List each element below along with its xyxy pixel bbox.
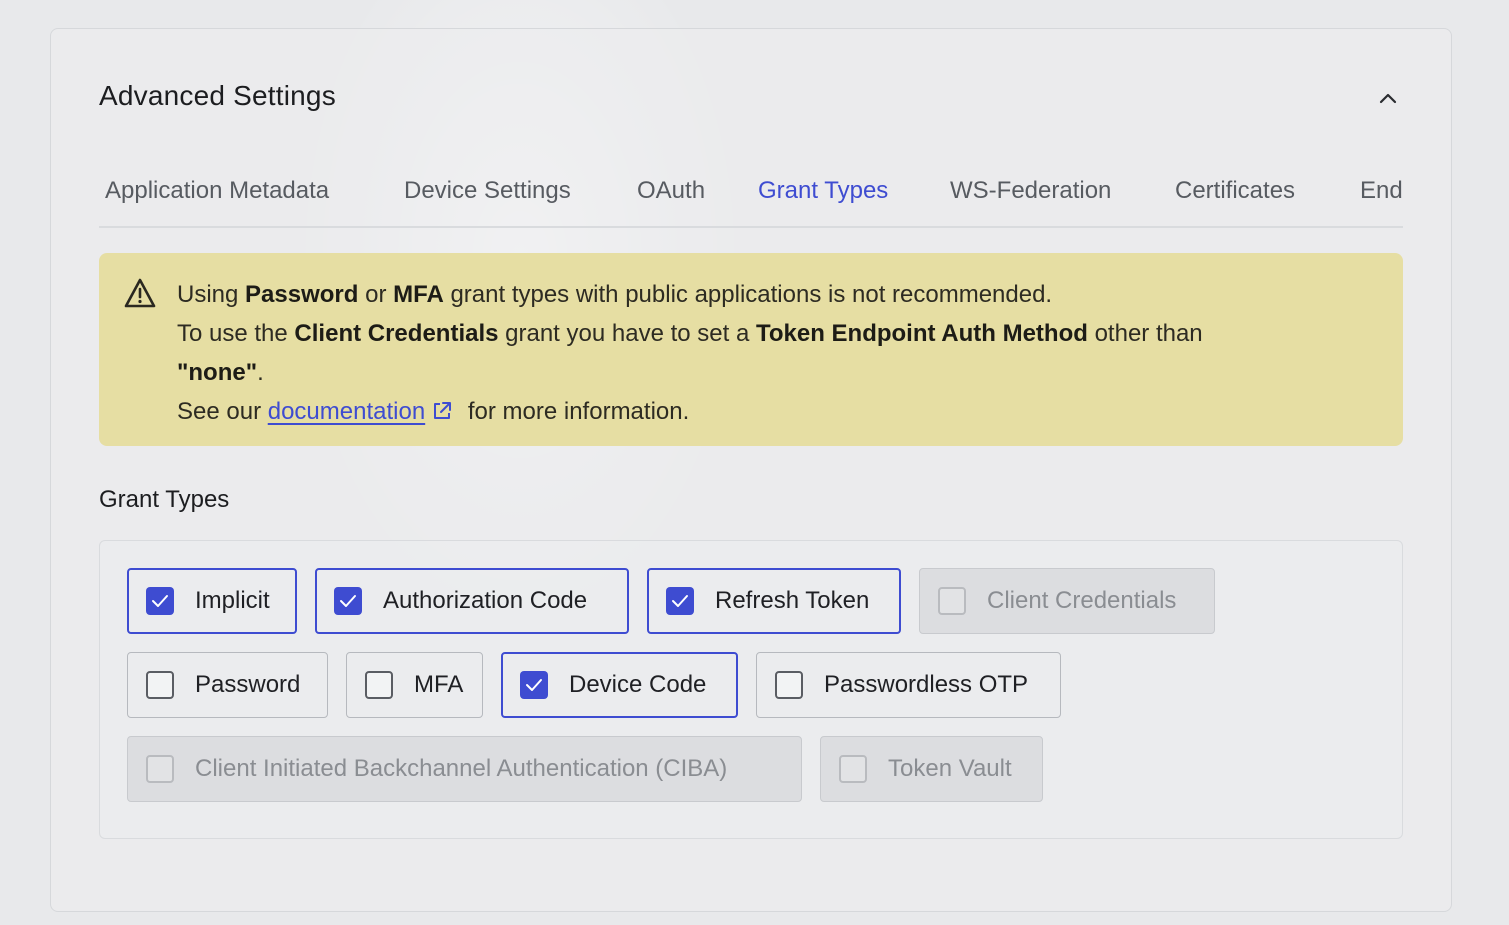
tab-certificates[interactable]: Certificates [1169,160,1301,226]
option-label: Client Credentials [987,587,1177,614]
alert-line-1: Using Password or MFA grant types with p… [177,281,1053,308]
grant-authorization-code[interactable]: Authorization Code [315,568,629,634]
documentation-link[interactable]: documentation [268,398,425,425]
grant-token-vault: Token Vault [820,736,1043,802]
alert-line-4: See our documentation for more informati… [177,398,690,425]
tab-endpoints[interactable]: End [1354,160,1403,226]
option-label: Refresh Token [715,587,870,614]
external-link-icon[interactable] [431,400,453,422]
checkbox [839,755,867,783]
option-label: Client Initiated Backchannel Authenticat… [195,755,728,782]
collapse-button[interactable] [1370,80,1406,116]
option-label: Passwordless OTP [824,671,1029,698]
alert-line-3: "none". [177,359,264,386]
tab-grant-types[interactable]: Grant Types [752,160,894,226]
check-icon [526,679,542,691]
tab-device-settings[interactable]: Device Settings [398,160,577,226]
tab-application-metadata[interactable]: Application Metadata [99,160,335,226]
option-label: MFA [414,671,464,698]
check-icon [340,595,356,607]
warning-triangle-icon [124,278,156,308]
chevron-up-icon [1379,93,1397,104]
section-title: Advanced Settings [99,80,336,111]
checkbox[interactable] [775,671,803,699]
grant-ciba: Client Initiated Backchannel Authenticat… [127,736,802,802]
checkbox[interactable] [146,671,174,699]
checkbox [146,755,174,783]
grant-passwordless-otp[interactable]: Passwordless OTP [756,652,1061,718]
checkbox[interactable] [146,587,174,615]
checkbox[interactable] [520,671,548,699]
grant-client-credentials: Client Credentials [919,568,1215,634]
option-label: Device Code [569,671,707,698]
grant-mfa[interactable]: MFA [346,652,483,718]
option-label: Token Vault [888,755,1012,782]
grant-password[interactable]: Password [127,652,328,718]
tab-bar: Application Metadata Device Settings OAu… [99,160,1403,228]
warning-alert: Using Password or MFA grant types with p… [99,253,1403,446]
tab-ws-federation[interactable]: WS-Federation [944,160,1117,226]
option-label: Password [195,671,301,698]
option-label: Implicit [195,587,270,614]
grant-implicit[interactable]: Implicit [127,568,297,634]
tab-oauth[interactable]: OAuth [631,160,711,226]
check-icon [152,595,168,607]
checkbox[interactable] [334,587,362,615]
checkbox [938,587,966,615]
grant-device-code[interactable]: Device Code [501,652,738,718]
option-label: Authorization Code [383,587,588,614]
checkbox[interactable] [666,587,694,615]
alert-message: Using Password or MFA grant types with p… [177,275,1377,431]
alert-line-2: To use the Client Credentials grant you … [177,320,1203,347]
check-icon [672,595,688,607]
checkbox[interactable] [365,671,393,699]
grant-refresh-token[interactable]: Refresh Token [647,568,901,634]
grant-types-heading: Grant Types [99,486,230,513]
